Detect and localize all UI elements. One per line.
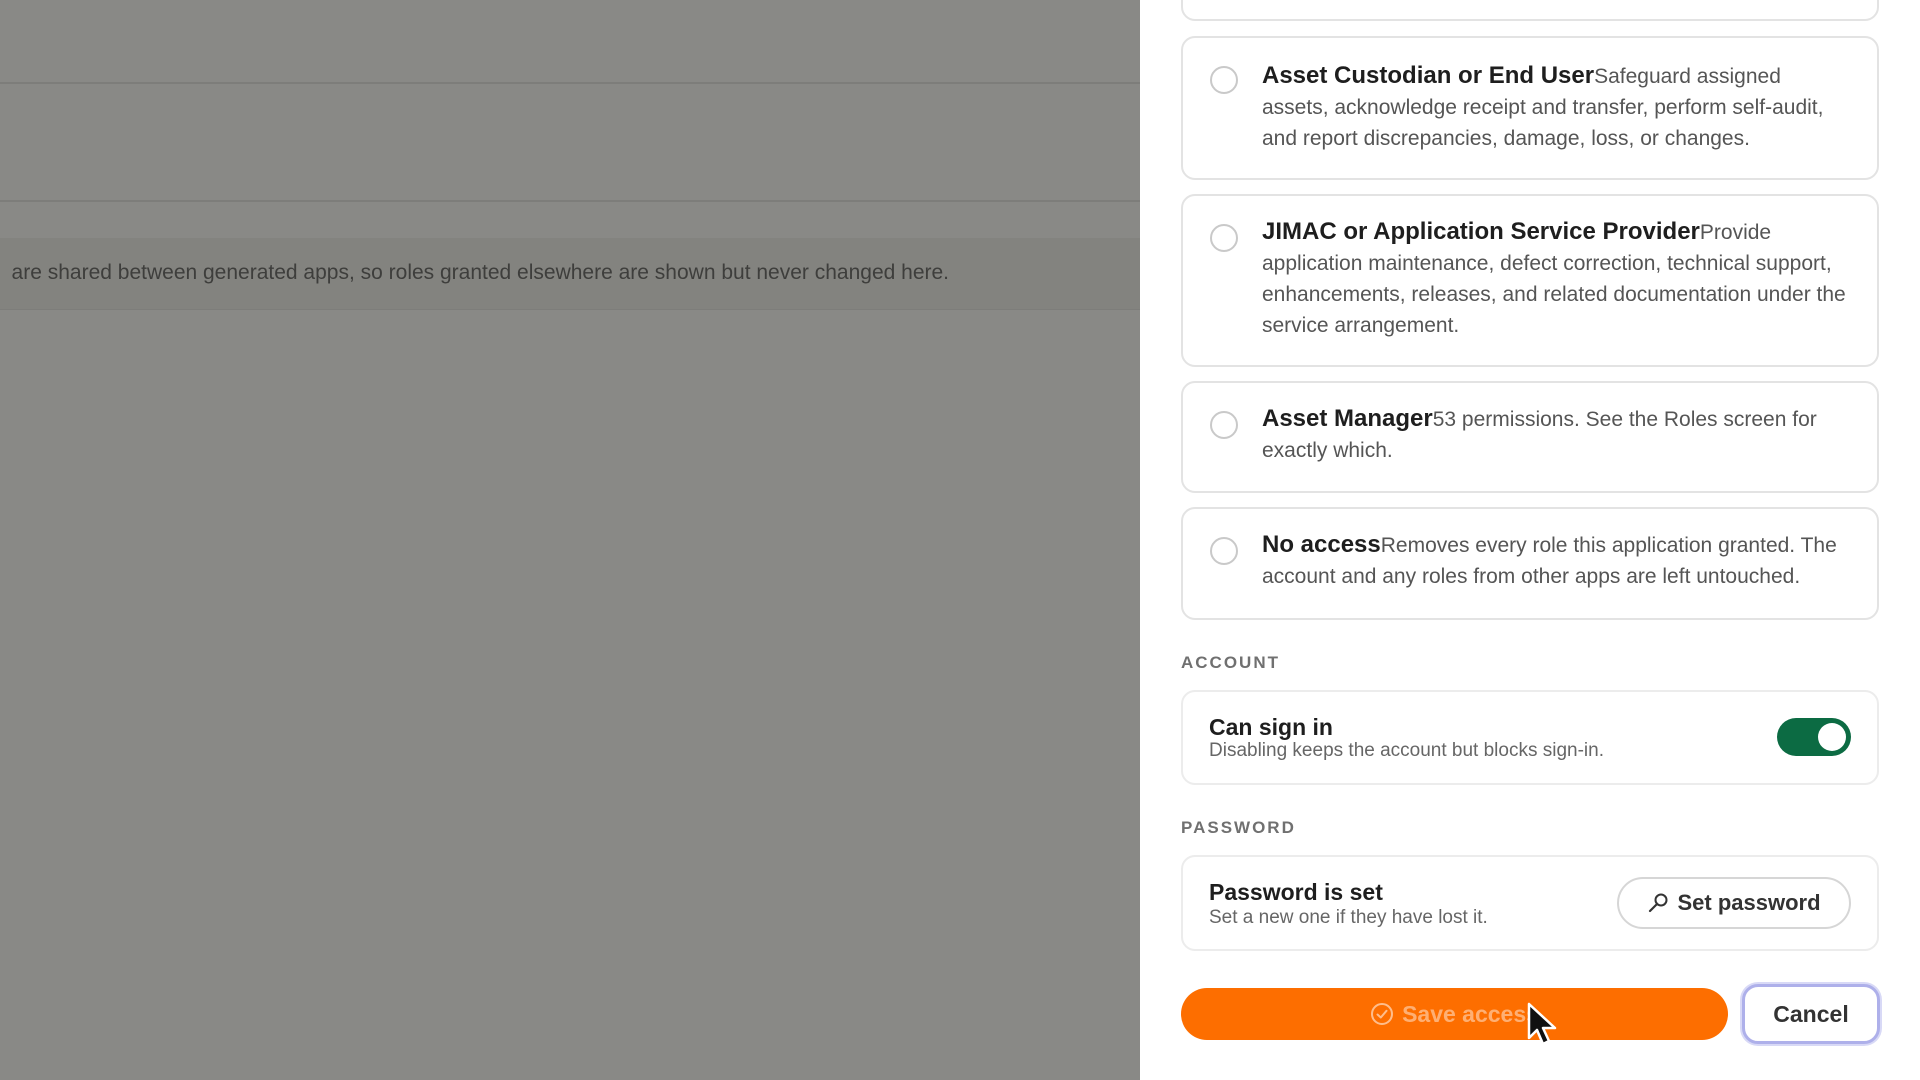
password-status-subtitle: Set a new one if they have lost it. <box>1209 907 1488 928</box>
password-panel: Password is set Set a new one if they ha… <box>1181 855 1879 951</box>
role-option-partial[interactable] <box>1181 0 1879 21</box>
sign-in-title: Can sign in <box>1209 714 1333 740</box>
password-section-label: PASSWORD <box>1181 818 1296 837</box>
role-option-no-access[interactable]: No accessRemoves every role this applica… <box>1181 507 1879 620</box>
role-option-asset-manager[interactable]: Asset Manager53 permissions. See the Rol… <box>1181 381 1879 493</box>
check-circle-icon <box>1370 1002 1394 1026</box>
role-name: No access <box>1262 531 1381 558</box>
toggle-knob <box>1818 723 1846 751</box>
shared-roles-notice: are shared between generated apps, so ro… <box>11 261 949 284</box>
role-name: Asset Manager <box>1262 405 1433 432</box>
role-name: JIMAC or Application Service Provider <box>1262 218 1700 245</box>
divider <box>0 309 1140 310</box>
role-radio[interactable] <box>1210 224 1238 252</box>
password-status-title: Password is set <box>1209 879 1383 905</box>
page-backdrop[interactable]: are shared between generated apps, so ro… <box>0 0 1140 1080</box>
role-option-asset-custodian[interactable]: Asset Custodian or End UserSafeguard ass… <box>1181 36 1879 180</box>
role-radio[interactable] <box>1210 537 1238 565</box>
can-sign-in-toggle[interactable] <box>1777 718 1851 756</box>
set-password-button[interactable]: Set password <box>1617 877 1851 929</box>
role-name: Asset Custodian or End User <box>1262 62 1595 89</box>
sign-in-subtitle: Disabling keeps the account but blocks s… <box>1209 740 1605 761</box>
save-access-label: Save access <box>1402 1000 1539 1027</box>
cancel-button[interactable]: Cancel <box>1742 984 1880 1044</box>
set-password-label: Set password <box>1677 890 1821 915</box>
key-icon <box>1647 892 1669 914</box>
divider <box>0 82 1140 84</box>
account-section-label: ACCOUNT <box>1181 653 1280 672</box>
role-radio[interactable] <box>1210 66 1238 94</box>
divider <box>0 200 1140 202</box>
access-drawer: Asset Custodian or End UserSafeguard ass… <box>1140 0 1920 1080</box>
save-access-button[interactable]: Save access <box>1181 988 1728 1040</box>
sign-in-panel: Can sign in Disabling keeps the account … <box>1181 690 1879 785</box>
role-option-jimac[interactable]: JIMAC or Application Service ProviderPro… <box>1181 194 1879 367</box>
role-radio[interactable] <box>1210 411 1238 439</box>
